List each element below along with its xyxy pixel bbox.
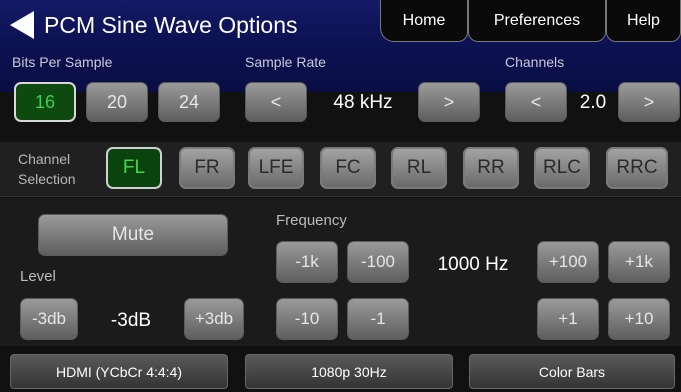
- level-plus-button[interactable]: +3db: [184, 298, 244, 340]
- bits-16-button[interactable]: 16: [14, 82, 76, 122]
- sample-rate-value: 48 kHz: [333, 92, 393, 113]
- sample-rate-prev-button[interactable]: <: [245, 82, 307, 122]
- freq-plus-100-button[interactable]: +100: [537, 241, 599, 283]
- sample-rate-label: Sample Rate: [245, 54, 326, 70]
- page-title: PCM Sine Wave Options: [44, 12, 298, 38]
- nav-help-tab[interactable]: Help: [606, 0, 681, 42]
- frequency-value: 1000 Hz: [437, 254, 509, 275]
- freq-minus-1k-button[interactable]: -1k: [276, 241, 338, 283]
- bits-per-sample-label: Bits Per Sample: [12, 54, 113, 70]
- resolution-button[interactable]: 1080p 30Hz: [245, 354, 453, 389]
- channel-rl-button[interactable]: RL: [391, 147, 447, 189]
- level-value: -3dB: [110, 310, 152, 331]
- channel-rlc-button[interactable]: RLC: [534, 147, 590, 189]
- channels-prev-button[interactable]: <: [505, 82, 567, 122]
- bits-24-button[interactable]: 24: [158, 82, 220, 122]
- channel-lfe-button[interactable]: LFE: [248, 147, 304, 189]
- channel-selection-label: Channel Selection: [18, 151, 76, 187]
- video-format-button[interactable]: HDMI (YCbCr 4:4:4): [10, 354, 228, 389]
- freq-plus-1k-button[interactable]: +1k: [608, 241, 670, 283]
- freq-minus-100-button[interactable]: -100: [347, 241, 409, 283]
- level-label: Level: [20, 268, 56, 285]
- channel-fc-button[interactable]: FC: [320, 147, 376, 189]
- channels-next-button[interactable]: >: [618, 82, 680, 122]
- channels-value: 2.0: [579, 92, 607, 113]
- freq-plus-10-button[interactable]: +10: [608, 298, 670, 340]
- back-arrow-icon[interactable]: [10, 11, 34, 39]
- channel-rr-button[interactable]: RR: [463, 147, 519, 189]
- sample-rate-next-button[interactable]: >: [418, 82, 480, 122]
- freq-minus-10-button[interactable]: -10: [276, 298, 338, 340]
- pattern-button[interactable]: Color Bars: [469, 354, 675, 389]
- channel-fr-button[interactable]: FR: [179, 147, 235, 189]
- channel-rrc-button[interactable]: RRC: [606, 147, 668, 189]
- channels-label: Channels: [505, 54, 565, 70]
- nav-home-tab[interactable]: Home: [380, 0, 468, 42]
- bits-20-button[interactable]: 20: [86, 82, 148, 122]
- level-minus-button[interactable]: -3db: [20, 298, 78, 340]
- channel-fl-button[interactable]: FL: [106, 147, 162, 189]
- freq-plus-1-button[interactable]: +1: [537, 298, 599, 340]
- nav-preferences-tab[interactable]: Preferences: [468, 0, 606, 42]
- frequency-label: Frequency: [276, 212, 347, 229]
- freq-minus-1-button[interactable]: -1: [347, 298, 409, 340]
- mute-button[interactable]: Mute: [38, 214, 228, 256]
